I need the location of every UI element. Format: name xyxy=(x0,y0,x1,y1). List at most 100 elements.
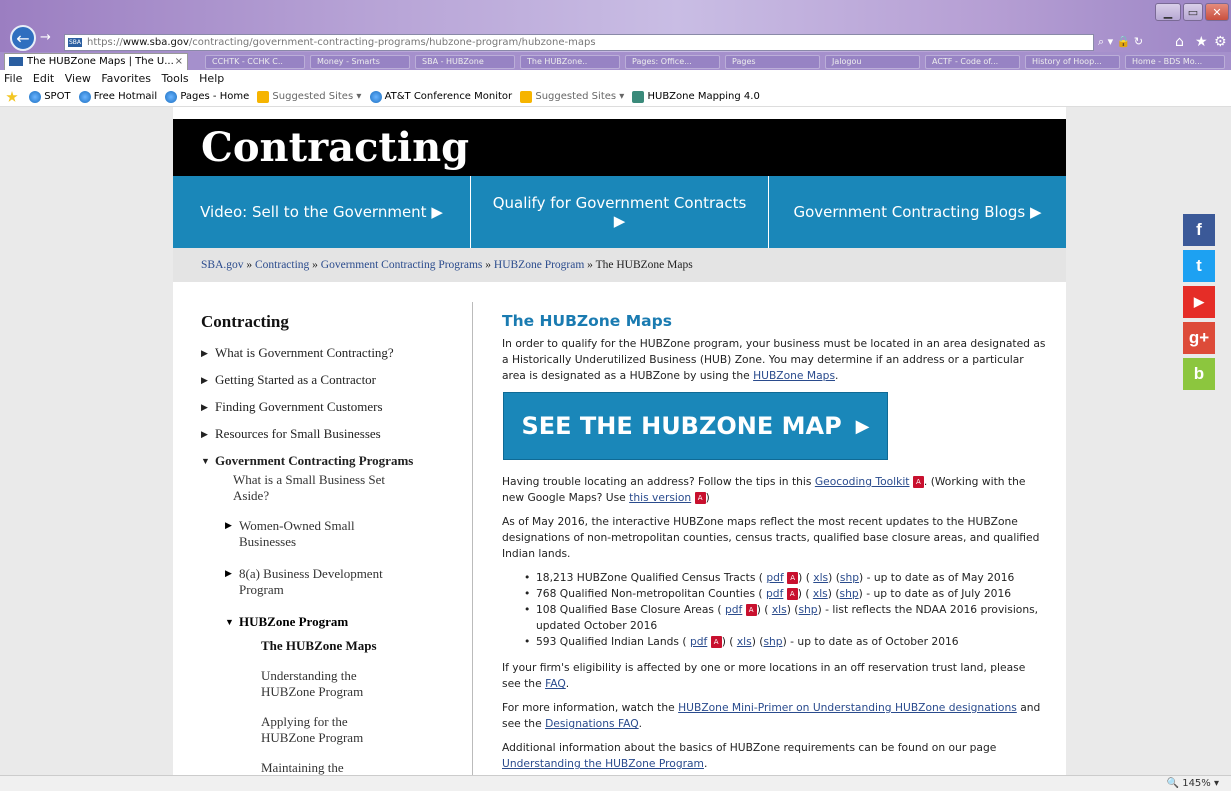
faq-link[interactable]: FAQ xyxy=(545,677,566,690)
faq-end: . xyxy=(565,677,570,690)
googleplus-icon[interactable]: g+ xyxy=(1183,322,1215,354)
maximize-button[interactable]: ▭ xyxy=(1183,3,1203,21)
browser-tab-active[interactable]: The HUBZone Maps | The U... × xyxy=(4,53,188,70)
menu-view[interactable]: View xyxy=(65,72,91,85)
basics-end: . xyxy=(703,757,708,770)
back-button[interactable]: ← xyxy=(10,25,36,51)
twitter-icon[interactable]: t xyxy=(1183,250,1215,282)
breadcrumb-link[interactable]: SBA.gov xyxy=(201,259,244,271)
fav-spot[interactable]: SPOT xyxy=(29,87,71,107)
xls-link[interactable]: xls xyxy=(772,603,787,616)
sidebar-hubzone-maintaining[interactable]: Maintaining the HUBZone Certification xyxy=(261,760,401,775)
understanding-hubzone-link[interactable]: Understanding the HUBZone Program xyxy=(502,757,704,770)
shp-link[interactable]: shp xyxy=(840,571,859,584)
sidebar-hubzone-applying[interactable]: Applying for the HUBZone Program xyxy=(261,714,401,746)
favorites-star-button[interactable] xyxy=(6,91,21,103)
zoom-icon: 🔍 xyxy=(1166,778,1183,789)
fav-suggested-sites-2[interactable]: Suggested Sites ▾ xyxy=(520,87,624,107)
minimize-button[interactable]: ▁ xyxy=(1155,3,1181,21)
menu-help[interactable]: Help xyxy=(199,72,224,85)
menu-tools[interactable]: Tools xyxy=(162,72,189,85)
hubzone-maps-link[interactable]: HUBZone Maps xyxy=(753,369,835,382)
fav-suggested-sites[interactable]: Suggested Sites ▾ xyxy=(257,87,361,107)
trouble-text: Having trouble locating an address? Foll… xyxy=(502,475,815,488)
shp-link[interactable]: shp xyxy=(763,635,782,648)
pdf-icon: A xyxy=(745,604,757,616)
pdf-link[interactable]: pdf xyxy=(690,635,707,648)
social-share-bar: f t ▶ g+ b xyxy=(1183,214,1215,394)
facebook-icon[interactable]: f xyxy=(1183,214,1215,246)
triangle-right-icon: ▶ xyxy=(225,569,232,579)
fav-free-hotmail[interactable]: Free Hotmail xyxy=(78,87,157,107)
pdf-icon: A xyxy=(912,476,924,488)
browser-tab[interactable]: ACTF - Code of... xyxy=(925,55,1020,69)
address-bar[interactable]: SBA https://www.sba.gov/contracting/gove… xyxy=(64,34,1094,51)
xls-link[interactable]: xls xyxy=(813,571,828,584)
fav-att-conference[interactable]: AT&T Conference Monitor xyxy=(369,87,512,107)
shp-link[interactable]: shp xyxy=(840,587,859,600)
browser-tab[interactable]: Jalogou xyxy=(825,55,920,69)
blogger-icon[interactable]: b xyxy=(1183,358,1215,390)
fav-hubzone-mapping[interactable]: HUBZone Mapping 4.0 xyxy=(632,87,760,107)
sidebar-item-finding-customers[interactable]: ▶ Finding Government Customers xyxy=(201,398,461,425)
sidebar-sub-women-owned[interactable]: ▶ Women-Owned Small Businesses xyxy=(225,518,461,550)
menu-file[interactable]: File xyxy=(4,72,22,85)
tab-close-icon[interactable]: × xyxy=(175,54,183,69)
browser-tab[interactable]: SBA - HUBZone xyxy=(415,55,515,69)
xls-link[interactable]: xls xyxy=(813,587,828,600)
page-title: The HUBZone Maps xyxy=(502,312,672,330)
sidebar-hubzone-understanding[interactable]: Understanding the HUBZone Program xyxy=(261,668,401,700)
browser-tab[interactable]: Home - BDS Mo... xyxy=(1125,55,1225,69)
pdf-link[interactable]: pdf xyxy=(766,571,783,584)
breadcrumb-link[interactable]: Contracting xyxy=(255,259,309,271)
sidebar-sub-set-aside[interactable]: What is a Small Business Set Aside? xyxy=(233,472,403,504)
sidebar-item-programs[interactable]: ▼ Government Contracting Programs xyxy=(201,452,461,472)
update-paragraph: As of May 2016, the interactive HUBZone … xyxy=(502,515,1040,560)
zoom-dropdown-icon[interactable]: ▾ xyxy=(1211,778,1219,789)
browser-tab[interactable]: Pages xyxy=(725,55,820,69)
browser-tab[interactable]: CCHTK - CCHK C.. xyxy=(205,55,305,69)
pdf-link[interactable]: pdf xyxy=(766,587,783,600)
xls-link[interactable]: xls xyxy=(737,635,752,648)
fav-pages-home[interactable]: Pages - Home xyxy=(165,87,249,107)
basics-text: Additional information about the basics … xyxy=(502,741,997,754)
site-favicon-icon: SBA xyxy=(68,38,82,47)
browser-tab[interactable]: Pages: Office... xyxy=(625,55,720,69)
nav-qualify[interactable]: Qualify for Government Contracts ▶ xyxy=(471,176,769,248)
sidebar-hubzone-maps-current[interactable]: The HUBZone Maps xyxy=(261,638,431,654)
nav-blogs[interactable]: Government Contracting Blogs ▶ xyxy=(769,176,1066,248)
sidebar-item-getting-started[interactable]: ▶ Getting Started as a Contractor xyxy=(201,371,461,398)
this-version-link[interactable]: this version xyxy=(629,491,691,504)
designations-faq-link[interactable]: Designations FAQ xyxy=(545,717,639,730)
shp-link[interactable]: shp xyxy=(798,603,817,616)
triangle-down-icon: ▼ xyxy=(201,456,210,466)
nav-video-sell[interactable]: Video: Sell to the Government ▶ xyxy=(173,176,471,248)
search-icon[interactable]: ⌕ ▾ 🔒 ↻ xyxy=(1098,35,1143,49)
browser-tab[interactable]: The HUBZone.. xyxy=(520,55,620,69)
forward-button[interactable]: → xyxy=(40,30,56,46)
breadcrumb-link[interactable]: HUBZone Program xyxy=(494,259,584,271)
sidebar-sub-hubzone[interactable]: ▼ HUBZone Program xyxy=(225,614,461,630)
zoom-level[interactable]: 145% xyxy=(1182,778,1211,789)
sidebar-item-resources[interactable]: ▶ Resources for Small Businesses xyxy=(201,425,461,452)
home-icon[interactable]: ⌂ xyxy=(1175,34,1184,50)
sidebar-item-what-is[interactable]: ▶ What is Government Contracting? xyxy=(201,344,461,371)
youtube-icon[interactable]: ▶ xyxy=(1183,286,1215,318)
sidebar-sub-8a[interactable]: ▶ 8(a) Business Development Program xyxy=(225,566,461,598)
mini-primer-link[interactable]: HUBZone Mini-Primer on Understanding HUB… xyxy=(678,701,1017,714)
see-hubzone-map-button[interactable]: SEE THE HUBZONE MAP ▶ xyxy=(503,392,888,460)
browser-tab[interactable]: Money - Smarts xyxy=(310,55,410,69)
trouble-paragraph: Having trouble locating an address? Foll… xyxy=(502,474,1047,506)
menu-favorites[interactable]: Favorites xyxy=(101,72,151,85)
intro-paragraph: In order to qualify for the HUBZone prog… xyxy=(502,336,1047,384)
breadcrumb-link[interactable]: Government Contracting Programs xyxy=(321,259,483,271)
geocoding-toolkit-link[interactable]: Geocoding Toolkit xyxy=(815,475,910,488)
pdf-link[interactable]: pdf xyxy=(725,603,742,616)
tab-title: The HUBZone Maps | The U... xyxy=(27,56,174,67)
browser-tab[interactable]: History of Hoop... xyxy=(1025,55,1120,69)
favorites-star-icon[interactable]: ★ xyxy=(1195,34,1208,50)
settings-gear-icon[interactable]: ⚙ xyxy=(1214,34,1227,50)
close-window-button[interactable]: ✕ xyxy=(1205,3,1229,21)
menu-edit[interactable]: Edit xyxy=(33,72,54,85)
map-icon xyxy=(632,91,645,103)
